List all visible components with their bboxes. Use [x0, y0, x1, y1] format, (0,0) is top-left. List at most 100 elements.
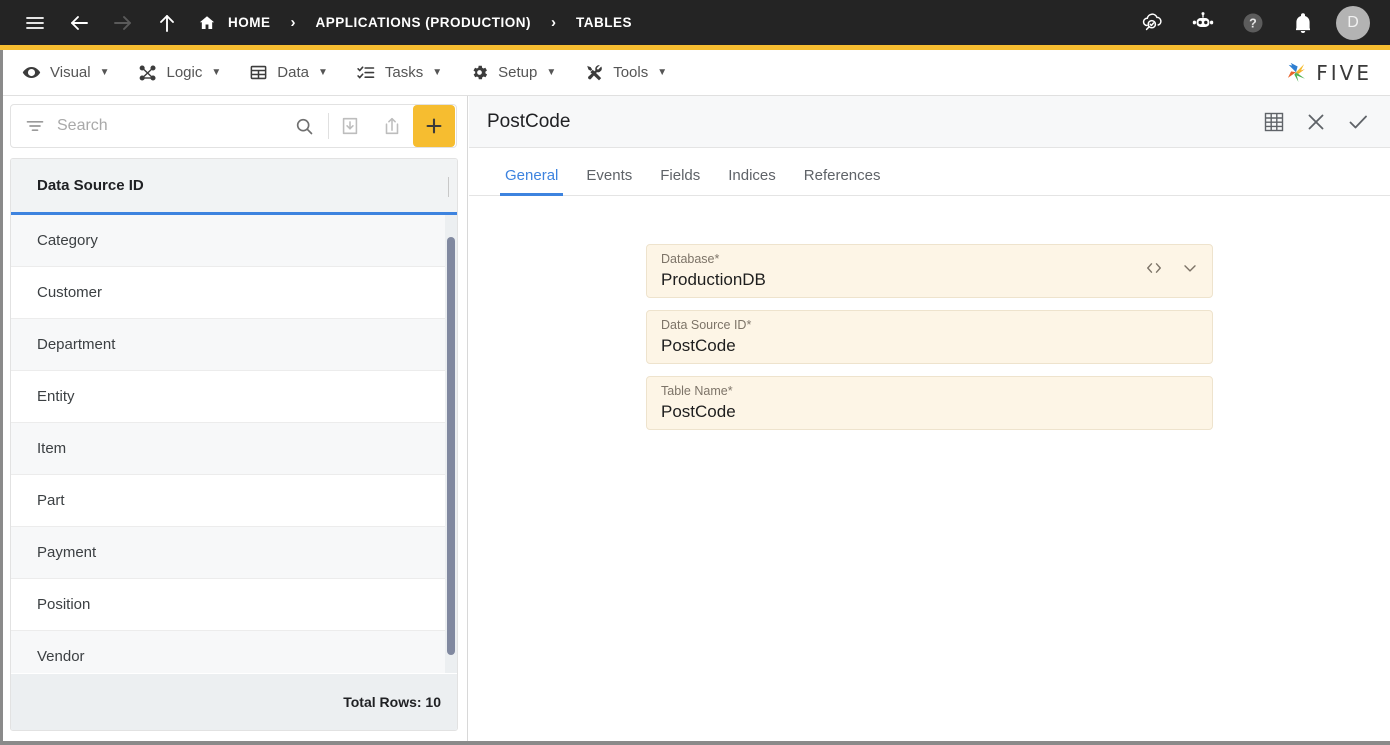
five-logo[interactable]: FIVE — [1283, 60, 1390, 86]
chevron-down-icon: ▼ — [211, 67, 222, 78]
five-logo-text: FIVE — [1316, 60, 1372, 85]
table-name-field[interactable]: Table Name* PostCode — [646, 376, 1213, 430]
chevron-down-icon[interactable] — [1180, 258, 1200, 278]
table-row[interactable]: Position — [11, 579, 457, 631]
table-row[interactable]: Item — [11, 423, 457, 475]
table-row[interactable]: Department — [11, 319, 457, 371]
tab-label: References — [803, 167, 881, 184]
row-label: Entity — [37, 388, 75, 405]
chevron-down-icon: ▼ — [432, 67, 443, 78]
eye-icon — [22, 63, 41, 82]
menu-tasks[interactable]: Tasks ▼ — [342, 50, 456, 96]
row-label: Part — [37, 492, 65, 509]
menu-logic[interactable]: Logic ▼ — [124, 50, 236, 96]
page-title: PostCode — [487, 110, 571, 132]
breadcrumb-tables[interactable]: TABLES — [572, 15, 636, 30]
table-row[interactable]: Part — [11, 475, 457, 527]
up-arrow-icon[interactable] — [150, 6, 184, 40]
breadcrumb-applications[interactable]: APPLICATIONS (PRODUCTION) — [312, 15, 536, 30]
general-form: Database* ProductionDB Data Source ID* P… — [469, 196, 1390, 430]
cloud-check-icon[interactable] — [1136, 6, 1170, 40]
table-view-icon[interactable] — [1260, 108, 1288, 136]
table-row[interactable]: Vendor — [11, 631, 457, 673]
close-icon[interactable] — [1302, 108, 1330, 136]
table-row[interactable]: Entity — [11, 371, 457, 423]
grid-scrollbar-thumb[interactable] — [447, 237, 455, 655]
chevron-down-icon: ▼ — [657, 67, 668, 78]
table-row[interactable]: Customer — [11, 267, 457, 319]
table-name-field-label: Table Name* — [661, 384, 1198, 399]
chevron-down-icon: ▼ — [317, 67, 328, 78]
search-input[interactable] — [57, 117, 280, 135]
menu-tools[interactable]: Tools ▼ — [570, 50, 681, 96]
menu-setup[interactable]: Setup ▼ — [456, 50, 570, 96]
table-grid-icon — [249, 63, 268, 82]
grid-column-header-data-source-id[interactable]: Data Source ID — [11, 177, 144, 194]
top-app-bar: HOME › APPLICATIONS (PRODUCTION) › TABLE… — [0, 0, 1390, 45]
search-toolbar — [10, 104, 457, 148]
home-icon — [198, 14, 216, 32]
topbar-navigation: HOME › APPLICATIONS (PRODUCTION) › TABLE… — [0, 6, 636, 40]
breadcrumb-home[interactable]: HOME — [198, 14, 275, 32]
export-icon[interactable] — [371, 105, 413, 147]
back-arrow-icon[interactable] — [62, 6, 96, 40]
total-rows-label: Total Rows: 10 — [343, 694, 441, 710]
tab-indices[interactable]: Indices — [714, 167, 790, 195]
row-label: Position — [37, 596, 91, 613]
data-source-id-field-label: Data Source ID* — [661, 318, 1198, 333]
table-row[interactable]: Category — [11, 215, 457, 267]
tab-label: Indices — [728, 167, 776, 184]
grid-rows: Category Customer Department Entity Item… — [11, 215, 457, 673]
row-label: Department — [37, 336, 116, 353]
breadcrumb-separator-1: › — [290, 14, 296, 31]
tools-icon — [584, 63, 604, 83]
code-editor-icon[interactable] — [1144, 258, 1164, 278]
tab-events[interactable]: Events — [572, 167, 646, 195]
required-marker: * — [714, 252, 720, 266]
help-icon[interactable]: ? — [1236, 6, 1270, 40]
notifications-bell-icon[interactable] — [1286, 6, 1320, 40]
window-left-edge — [0, 50, 3, 741]
menu-visual[interactable]: Visual ▼ — [8, 50, 124, 96]
database-field-icons — [1144, 258, 1200, 278]
required-marker: * — [746, 318, 752, 332]
database-field-label: Database* — [661, 252, 1198, 267]
import-icon[interactable] — [329, 105, 371, 147]
add-data-source-button[interactable] — [413, 105, 455, 147]
table-row[interactable]: Payment — [11, 527, 457, 579]
grid-scrollbar[interactable] — [445, 215, 457, 673]
window-bottom-edge — [0, 741, 1390, 745]
svg-text:?: ? — [1249, 16, 1257, 30]
search-icon[interactable] — [280, 116, 328, 136]
chevron-down-icon: ▼ — [99, 67, 110, 78]
label-text: Table Name — [661, 384, 728, 398]
gear-icon — [470, 63, 489, 82]
detail-tabs: General Events Fields Indices References — [469, 148, 1390, 196]
confirm-check-icon[interactable] — [1344, 108, 1372, 136]
row-label: Item — [37, 440, 67, 457]
detail-panel: PostCode General Events Fields Indices R… — [469, 96, 1390, 741]
column-resize-handle[interactable] — [448, 177, 449, 197]
data-source-id-field-value: PostCode — [661, 336, 736, 355]
tab-fields[interactable]: Fields — [646, 167, 714, 195]
user-avatar[interactable]: D — [1336, 5, 1370, 40]
required-marker: * — [727, 384, 733, 398]
table-name-field-value: PostCode — [661, 402, 736, 421]
breadcrumb-home-label: HOME — [228, 15, 271, 30]
row-label: Customer — [37, 284, 103, 301]
tab-references[interactable]: References — [790, 167, 895, 195]
breadcrumb-separator-2: › — [551, 14, 556, 31]
tab-general[interactable]: General — [491, 167, 572, 196]
menu-setup-label: Setup — [498, 64, 538, 81]
data-source-id-field[interactable]: Data Source ID* PostCode — [646, 310, 1213, 364]
database-field[interactable]: Database* ProductionDB — [646, 244, 1213, 298]
menu-data[interactable]: Data ▼ — [235, 50, 342, 96]
filter-icon[interactable] — [11, 116, 57, 136]
main-menu-bar: Visual ▼ Logic ▼ Data ▼ Tasks ▼ Setup ▼ … — [0, 50, 1390, 96]
robot-assistant-icon[interactable] — [1186, 6, 1220, 40]
menu-tools-label: Tools — [613, 64, 649, 81]
hamburger-menu-icon[interactable] — [18, 6, 52, 40]
label-text: Data Source ID — [661, 318, 747, 332]
forward-arrow-icon[interactable] — [106, 6, 140, 40]
row-label: Payment — [37, 544, 97, 561]
